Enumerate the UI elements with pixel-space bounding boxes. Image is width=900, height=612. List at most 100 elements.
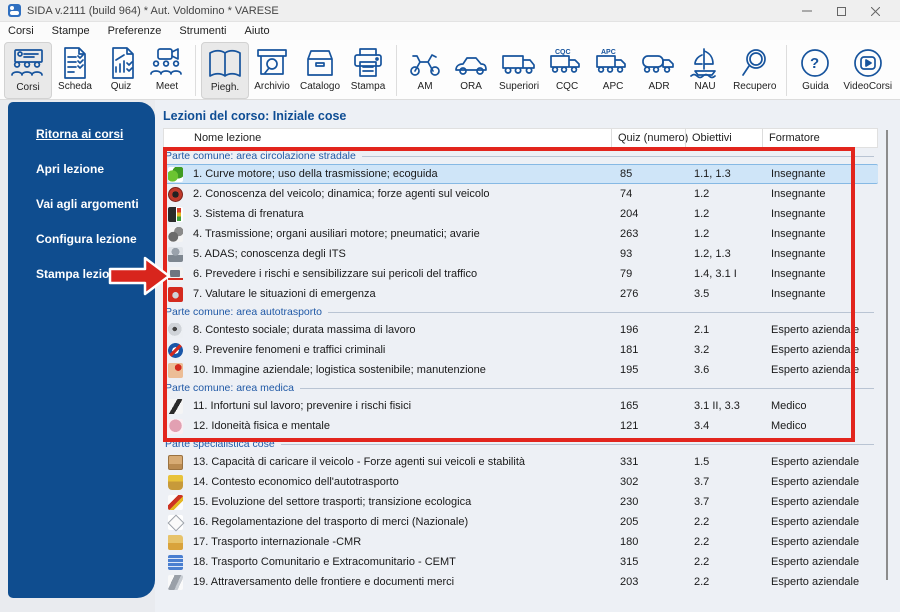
- menu-item-strumenti[interactable]: Strumenti: [179, 25, 226, 37]
- table-row[interactable]: 1. Curve motore; uso della trasmissione;…: [163, 164, 878, 184]
- toolbar-group: Corsi Scheda Quiz Meet: [4, 42, 190, 99]
- lesson-icon-cell: [163, 286, 187, 302]
- toolbar-button-recupero[interactable]: Recupero: [728, 42, 781, 99]
- close-button[interactable]: [858, 0, 892, 22]
- toolbar-button-catalogo[interactable]: Catalogo: [295, 42, 345, 99]
- maximize-button[interactable]: [824, 0, 858, 22]
- lesson-obiettivi: 2.2: [694, 516, 710, 528]
- section-title: Parte comune: area medica: [165, 382, 294, 394]
- table-row[interactable]: 5. ADAS; conoscenza degli ITS 93 1.2, 1.3 I…: [163, 244, 878, 264]
- toolbar-button-cqc[interactable]: CQC CQC: [544, 42, 590, 99]
- toolbar-button-am[interactable]: AM: [402, 42, 448, 99]
- toolbar-button-nau[interactable]: NAU: [682, 42, 728, 99]
- table-row[interactable]: 8. Contesto sociale; durata massima di l…: [163, 320, 878, 340]
- corsi-icon: [10, 46, 46, 81]
- toolbar-button-meet[interactable]: Meet: [144, 42, 190, 99]
- apc-icon: APC: [595, 45, 631, 80]
- table-row[interactable]: 19. Attraversamento delle frontiere e do…: [163, 572, 878, 592]
- nau-icon: [687, 45, 723, 80]
- menu-item-preferenze[interactable]: Preferenze: [108, 25, 162, 37]
- lesson-name: 2. Conoscenza del veicolo; dinamica; for…: [193, 188, 490, 200]
- section-title: Parte comune: area circolazione stradale: [165, 150, 356, 162]
- menu-item-stampe[interactable]: Stampe: [52, 25, 90, 37]
- table-row[interactable]: 14. Contesto economico dell'autotrasport…: [163, 472, 878, 492]
- table-row[interactable]: 11. Infortuni sul lavoro; prevenire i ri…: [163, 396, 878, 416]
- table-row[interactable]: 13. Capacità di caricare il veicolo - Fo…: [163, 452, 878, 472]
- lesson-quiz: 74: [620, 188, 633, 200]
- sidebar-item-apri-lezione[interactable]: Apri lezione: [8, 159, 155, 194]
- toolbar-button-archivio[interactable]: Archivio: [249, 42, 295, 99]
- close-icon: [870, 6, 880, 16]
- toolbar-button-corsi[interactable]: Corsi: [4, 42, 52, 99]
- vertical-scrollbar[interactable]: [886, 130, 888, 580]
- sidebar-item-configura-lezione[interactable]: Configura lezione: [8, 229, 155, 264]
- column-header-formatore[interactable]: Formatore: [762, 129, 877, 147]
- superiori-icon: [501, 45, 537, 80]
- lesson-name: 3. Sistema di frenatura: [193, 208, 304, 220]
- economy-icon: [167, 474, 183, 490]
- toolbar-button-label: CQC: [555, 81, 579, 92]
- toolbar-button-guida[interactable]: ? Guida: [792, 42, 838, 99]
- svg-text:?: ?: [810, 55, 819, 72]
- lesson-quiz: 276: [620, 288, 639, 300]
- toolbar-group: Piegh. Archivio Catalogo Stampa: [201, 42, 391, 99]
- toolbar-button-ora[interactable]: ORA: [448, 42, 494, 99]
- table-row[interactable]: 9. Prevenire fenomeni e traffici crimina…: [163, 340, 878, 360]
- menu-item-aiuto[interactable]: Aiuto: [244, 25, 269, 37]
- table-row[interactable]: 4. Trasmissione; organi ausiliari motore…: [163, 224, 878, 244]
- toolbar-button-stampa[interactable]: Stampa: [345, 42, 391, 99]
- lesson-obiettivi: 1.2, 1.3: [694, 248, 731, 260]
- table-row[interactable]: 7. Valutare le situazioni di emergenza 27…: [163, 284, 878, 304]
- lesson-quiz: 195: [620, 364, 639, 376]
- toolbar-button-scheda[interactable]: Scheda: [52, 42, 98, 99]
- table-row[interactable]: 2. Conoscenza del veicolo; dinamica; for…: [163, 184, 878, 204]
- ora-icon: [453, 45, 489, 80]
- toolbar-button-label: Meet: [155, 81, 179, 92]
- toolbar-button-piegh[interactable]: Piegh.: [201, 42, 249, 99]
- lesson-name: 18. Trasporto Comunitario e Extracomunit…: [193, 556, 456, 568]
- lesson-icon-cell: [163, 246, 187, 262]
- toolbar-button-label: NAU: [694, 81, 716, 92]
- section-rule: [328, 311, 874, 313]
- menu-item-corsi[interactable]: Corsi: [8, 25, 34, 37]
- lesson-icon-cell: [163, 418, 187, 434]
- lesson-formatore: Insegnante: [771, 288, 826, 300]
- lesson-quiz: 203: [620, 576, 639, 588]
- minimize-button[interactable]: [790, 0, 824, 22]
- toolbar-button-apc[interactable]: APC APC: [590, 42, 636, 99]
- table-row[interactable]: 18. Trasporto Comunitario e Extracomunit…: [163, 552, 878, 572]
- main-panel: Lezioni del corso: Iniziale cose Nome le…: [155, 100, 900, 612]
- lesson-icon-cell: [163, 342, 187, 358]
- column-header-name[interactable]: Nome lezione: [188, 129, 611, 147]
- table-row[interactable]: 17. Trasporto internazionale -CMR 180 2.2 E…: [163, 532, 878, 552]
- piegh-icon: [207, 46, 243, 81]
- sidebar-item-ritorna-ai-corsi[interactable]: Ritorna ai corsi: [8, 124, 155, 159]
- toolbar-button-videocorsi[interactable]: VideoCorsi: [838, 42, 897, 99]
- sidebar-item-stampa-lezione[interactable]: Stampa lezione: [8, 264, 155, 299]
- lesson-name: 16. Regolamentazione del trasporto di me…: [193, 516, 469, 528]
- toolbar-button-quiz[interactable]: Quiz: [98, 42, 144, 99]
- lesson-quiz: 263: [620, 228, 639, 240]
- table-row[interactable]: 12. Idoneità fisica e mentale 121 3.4 Medic…: [163, 416, 878, 436]
- toolbar-button-label: Quiz: [110, 81, 132, 92]
- table-row[interactable]: 16. Regolamentazione del trasporto di me…: [163, 512, 878, 532]
- lesson-name: 9. Prevenire fenomeni e traffici crimina…: [193, 344, 386, 356]
- page-title: Lezioni del corso: Iniziale cose: [163, 109, 347, 123]
- lesson-name: 10. Immagine aziendale; logistica sosten…: [193, 364, 486, 376]
- lesson-obiettivi: 1.5: [694, 456, 710, 468]
- table-header: Nome lezione Quiz (numero) Obiettivi For…: [163, 128, 878, 148]
- toolbar-button-label: Catalogo: [300, 81, 341, 92]
- lesson-name: 6. Prevedere i rischi e sensibilizzare s…: [193, 268, 478, 280]
- column-header-quiz[interactable]: Quiz (numero): [611, 129, 688, 147]
- table-row[interactable]: 3. Sistema di frenatura 204 1.2 Insegnante: [163, 204, 878, 224]
- toolbar: Corsi Scheda Quiz Meet Piegh. Archivio Catalog…: [0, 40, 900, 100]
- table-row[interactable]: 15. Evoluzione del settore trasporti; tr…: [163, 492, 878, 512]
- toolbar-button-adr[interactable]: ADR: [636, 42, 682, 99]
- lesson-icon-cell: [163, 494, 187, 510]
- sidebar-item-vai-agli-argomenti[interactable]: Vai agli argomenti: [8, 194, 155, 229]
- column-header-obiettivi[interactable]: Obiettivi: [685, 129, 762, 147]
- table-row[interactable]: 10. Immagine aziendale; logistica sosten…: [163, 360, 878, 380]
- recupero-icon: [737, 45, 773, 80]
- toolbar-button-superiori[interactable]: Superiori: [494, 42, 544, 99]
- table-row[interactable]: 6. Prevedere i rischi e sensibilizzare s…: [163, 264, 878, 284]
